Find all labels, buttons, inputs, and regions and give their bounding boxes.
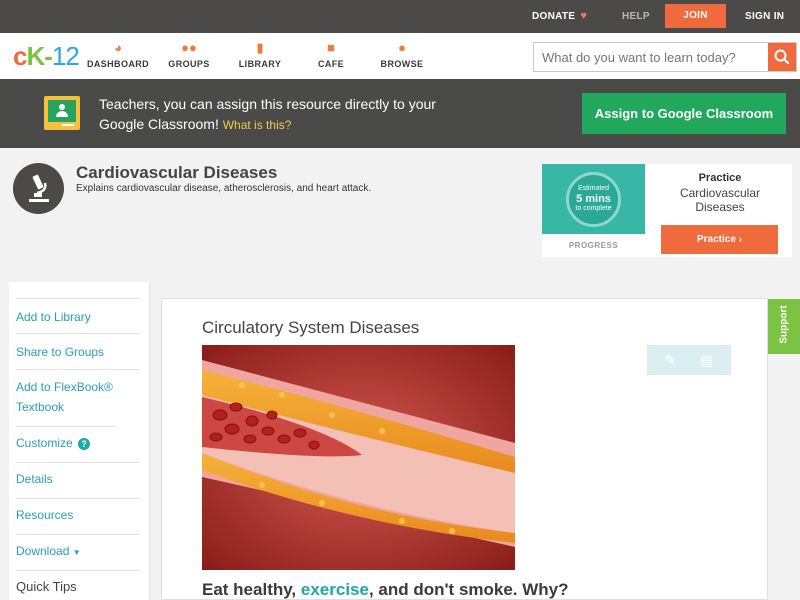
heart-icon: ♥: [580, 10, 588, 22]
join-button[interactable]: JOIN: [665, 4, 726, 28]
artery-illustration: [202, 345, 515, 570]
annotation-tools: ✎ ▤: [647, 345, 731, 375]
help-link[interactable]: HELP: [622, 0, 650, 33]
quick-tips-heading[interactable]: Quick Tips: [16, 579, 77, 594]
notes-icon[interactable]: ▤: [700, 352, 713, 369]
left-sidebar: Add to Library Share to Groups Add to Fl…: [9, 282, 150, 600]
google-classroom-banner: Teachers, you can assign this resource d…: [0, 79, 800, 148]
nav-library[interactable]: ▮ LIBRARY: [220, 39, 300, 69]
section-title: Circulatory System Diseases: [202, 318, 420, 337]
nav-browse[interactable]: ● BROWSE: [362, 39, 442, 69]
sidebar-item-resources[interactable]: Resources: [16, 499, 140, 535]
lesson-content: Circulatory System Diseases ✎ ▤ Eat heal…: [161, 298, 768, 600]
lesson-question: Eat healthy, exercise, and don't smoke. …: [202, 580, 569, 599]
assign-to-google-classroom-button[interactable]: Assign to Google Classroom: [582, 93, 786, 134]
nav-cafe[interactable]: ■ CAFE: [291, 39, 371, 69]
practice-card: Estimated 5 mins to complete PROGRESS Pr…: [542, 164, 792, 257]
caret-down-icon: ▼: [72, 548, 81, 557]
browse-icon: ●: [398, 40, 406, 55]
progress-label: PROGRESS: [568, 241, 619, 250]
sidebar-item-add-to-library[interactable]: Add to Library: [16, 298, 140, 334]
sidebar-item-share-to-groups[interactable]: Share to Groups: [16, 334, 140, 370]
practice-button[interactable]: Practice ›: [661, 225, 778, 254]
groups-icon: ●●: [181, 40, 197, 55]
practice-thumbnail[interactable]: Estimated 5 mins to complete: [542, 164, 645, 234]
cafe-icon: ■: [327, 40, 335, 55]
ck12-logo[interactable]: cK-12: [13, 41, 80, 72]
nav-groups[interactable]: ●● GROUPS: [149, 39, 229, 69]
practice-heading: Practice: [698, 172, 742, 184]
sidebar-item-details[interactable]: Details: [16, 463, 140, 499]
concept-subtitle: Explains cardiovascular disease, atheros…: [76, 183, 372, 194]
main-nav: cK-12 ◕ DASHBOARD ●● GROUPS ▮ LIBRARY ■ …: [0, 33, 800, 79]
practice-name: Cardiovascular Diseases: [679, 186, 761, 214]
nav-dashboard[interactable]: ◕ DASHBOARD: [78, 39, 158, 69]
top-bar: DONATE ♥ HELP JOIN SIGN IN: [0, 0, 800, 33]
pencil-icon[interactable]: ✎: [664, 352, 676, 369]
search-icon: [774, 49, 790, 65]
search-box: [533, 42, 797, 72]
chevron-right-icon: ›: [738, 234, 743, 245]
google-classroom-icon: [44, 96, 80, 130]
concept-title: Cardiovascular Diseases: [76, 163, 278, 182]
time-estimate-badge: Estimated 5 mins to complete: [566, 172, 621, 227]
sidebar-item-add-to-flexbook[interactable]: Add to FlexBook® Textbook: [16, 370, 116, 427]
sidebar-item-customize[interactable]: Customize ?: [16, 427, 140, 463]
banner-message: Teachers, you can assign this resource d…: [99, 96, 436, 132]
dashboard-icon: ◕: [114, 40, 122, 55]
library-icon: ▮: [256, 40, 264, 55]
what-is-this-link[interactable]: What is this?: [223, 118, 292, 132]
search-input[interactable]: [534, 43, 770, 71]
search-button[interactable]: [768, 43, 796, 71]
microscope-icon: [13, 163, 64, 214]
donate-link[interactable]: DONATE ♥: [532, 0, 587, 33]
sign-in-link[interactable]: SIGN IN: [745, 0, 784, 33]
exercise-keyword[interactable]: exercise: [301, 580, 369, 599]
help-icon[interactable]: ?: [78, 437, 91, 450]
support-tab[interactable]: Support: [768, 299, 800, 354]
sidebar-item-download[interactable]: Download ▼: [16, 535, 140, 571]
